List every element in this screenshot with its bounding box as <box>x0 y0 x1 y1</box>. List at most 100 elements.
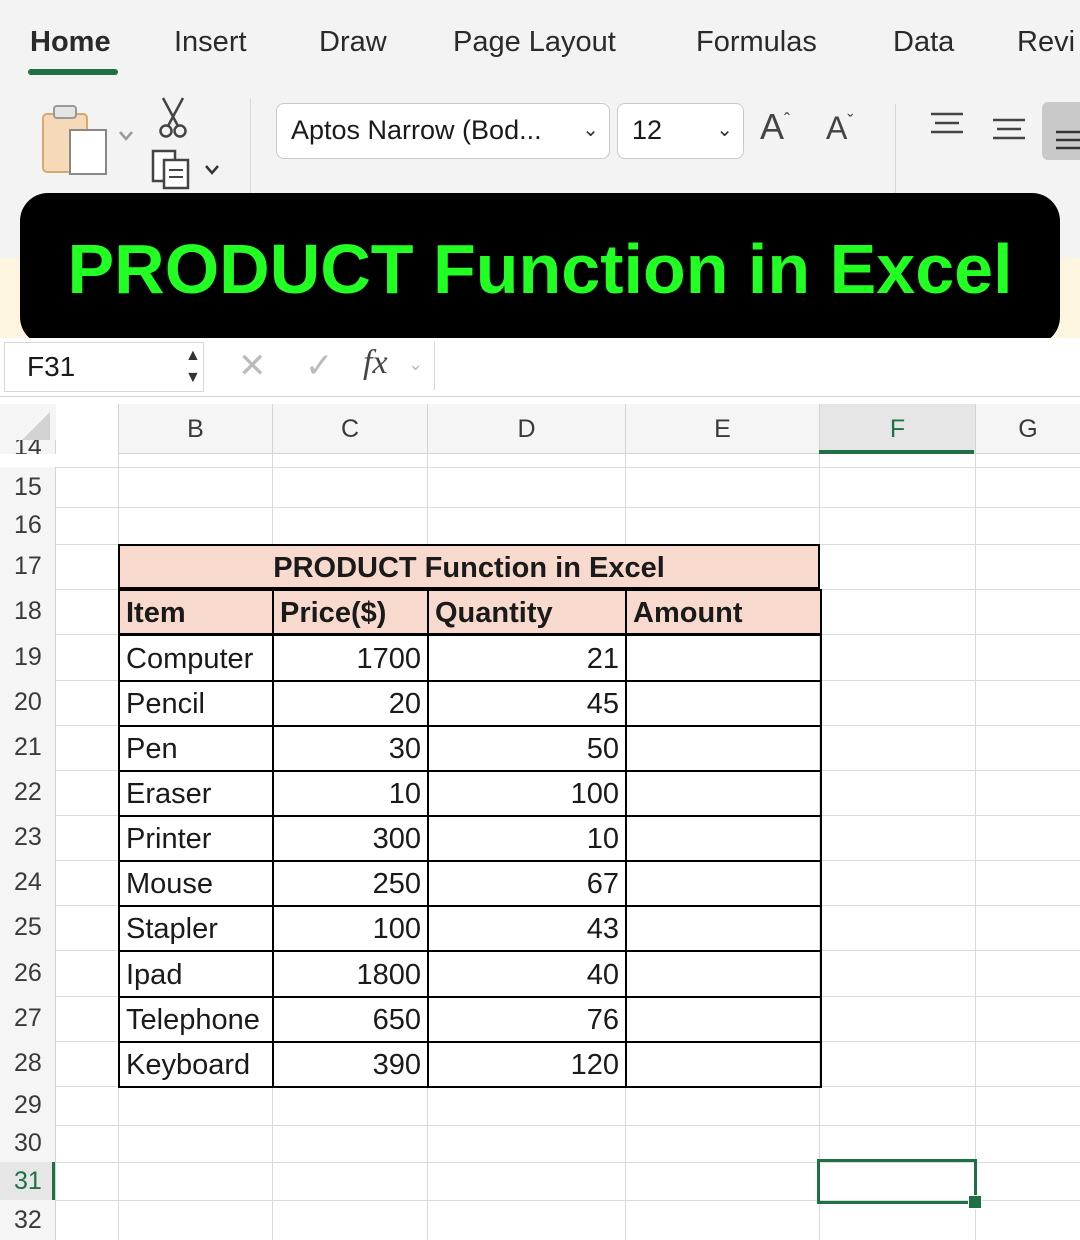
row-header-17[interactable]: 17 <box>0 544 56 589</box>
table-cell-quantity[interactable]: 10 <box>427 815 627 862</box>
row-header-18[interactable]: 18 <box>0 589 56 634</box>
table-cell-amount[interactable] <box>625 905 822 952</box>
table-cell-item[interactable]: Pencil <box>118 680 274 727</box>
enter-icon[interactable]: ✓ <box>305 346 334 386</box>
table-header-cell[interactable]: Price($) <box>272 589 429 635</box>
table-cell-amount[interactable] <box>625 770 822 817</box>
tab-formulas[interactable]: Formulas <box>696 26 817 59</box>
row-header-30[interactable]: 30 <box>0 1125 56 1162</box>
grow-font-icon[interactable]: Aˆ <box>760 106 790 148</box>
table-cell-quantity[interactable]: 120 <box>427 1041 627 1088</box>
table-cell-price[interactable]: 1700 <box>272 634 429 682</box>
table-cell-price[interactable]: 300 <box>272 815 429 862</box>
tab-insert[interactable]: Insert <box>174 26 247 59</box>
insert-function-icon[interactable]: fx <box>363 344 388 382</box>
table-cell-quantity[interactable]: 45 <box>427 680 627 727</box>
table-cell-amount[interactable] <box>625 996 822 1043</box>
column-header-D[interactable]: D <box>427 404 625 454</box>
align-top-icon[interactable] <box>930 112 964 136</box>
tab-review[interactable]: Revi <box>1017 26 1075 59</box>
table-cell-quantity[interactable]: 67 <box>427 860 627 907</box>
row-header-28[interactable]: 28 <box>0 1041 56 1086</box>
row-header-29[interactable]: 29 <box>0 1086 56 1125</box>
row-header-20[interactable]: 20 <box>0 680 56 725</box>
row-header-23[interactable]: 23 <box>0 815 56 860</box>
table-cell-amount[interactable] <box>625 950 822 998</box>
column-header-G[interactable]: G <box>975 404 1080 454</box>
row-header-16[interactable]: 16 <box>0 507 56 544</box>
table-cell-quantity[interactable]: 40 <box>427 950 627 998</box>
tab-home[interactable]: Home <box>30 26 111 59</box>
cut-icon[interactable] <box>156 96 190 140</box>
stepper-icon[interactable]: ▲ ▼ <box>185 345 201 389</box>
table-cell-item[interactable]: Ipad <box>118 950 274 998</box>
row-header-24[interactable]: 24 <box>0 860 56 905</box>
table-cell-item[interactable]: Computer <box>118 634 274 682</box>
table-cell-item[interactable]: Mouse <box>118 860 274 907</box>
table-cell-price[interactable]: 650 <box>272 996 429 1043</box>
table-cell-price[interactable]: 10 <box>272 770 429 817</box>
table-cell-quantity[interactable]: 76 <box>427 996 627 1043</box>
table-cell-price[interactable]: 100 <box>272 905 429 952</box>
table-cell-price[interactable]: 250 <box>272 860 429 907</box>
table-cell-price[interactable]: 390 <box>272 1041 429 1088</box>
row-header-25[interactable]: 25 <box>0 905 56 950</box>
column-header-B[interactable]: B <box>118 404 272 454</box>
active-tab-indicator <box>28 69 118 75</box>
table-cell-item[interactable]: Printer <box>118 815 274 862</box>
table-header-cell[interactable]: Quantity <box>427 589 627 635</box>
table-cell-price[interactable]: 1800 <box>272 950 429 998</box>
formula-input[interactable] <box>436 342 1080 390</box>
table-cell-quantity[interactable]: 50 <box>427 725 627 772</box>
table-cell-amount[interactable] <box>625 634 822 682</box>
table-cell-price[interactable]: 30 <box>272 725 429 772</box>
table-cell-quantity[interactable]: 43 <box>427 905 627 952</box>
align-bottom-icon[interactable] <box>1042 102 1080 160</box>
table-cell-amount[interactable] <box>625 815 822 862</box>
active-cell-F31[interactable] <box>817 1159 977 1204</box>
font-name-select[interactable]: Aptos Narrow (Bod... ⌄ <box>276 103 610 159</box>
row-header-26[interactable]: 26 <box>0 950 56 996</box>
table-cell-quantity[interactable]: 21 <box>427 634 627 682</box>
table-cell-item[interactable]: Keyboard <box>118 1041 274 1088</box>
table-cell-item[interactable]: Stapler <box>118 905 274 952</box>
table-cell-amount[interactable] <box>625 725 822 772</box>
row-header-22[interactable]: 22 <box>0 770 56 815</box>
tab-draw[interactable]: Draw <box>319 26 387 59</box>
table-cell-amount[interactable] <box>625 1041 822 1088</box>
fill-handle[interactable] <box>968 1195 982 1209</box>
tab-data[interactable]: Data <box>893 26 954 59</box>
row-header-15[interactable]: 15 <box>0 467 56 507</box>
shrink-font-icon[interactable]: Aˇ <box>826 110 853 147</box>
name-box[interactable]: F31 ▲ ▼ <box>4 342 204 392</box>
row-header-27[interactable]: 27 <box>0 996 56 1041</box>
table-header-cell[interactable]: Item <box>118 589 274 635</box>
table-cell-item[interactable]: Pen <box>118 725 274 772</box>
font-size-select[interactable]: 12 ⌄ <box>617 103 744 159</box>
row-header-21[interactable]: 21 <box>0 725 56 770</box>
column-header-E[interactable]: E <box>625 404 819 454</box>
table-cell-item[interactable]: Telephone <box>118 996 274 1043</box>
paste-icon[interactable] <box>40 100 136 180</box>
cancel-icon[interactable]: ✕ <box>238 346 267 386</box>
align-middle-icon[interactable] <box>992 118 1026 142</box>
column-header-F[interactable]: F <box>819 404 975 454</box>
table-cell-item[interactable]: Eraser <box>118 770 274 817</box>
row-header-32[interactable]: 32 <box>0 1200 56 1240</box>
font-name-value: Aptos Narrow (Bod... <box>291 115 542 145</box>
copy-icon[interactable] <box>150 148 226 190</box>
chevron-down-icon[interactable]: ⌄ <box>408 354 423 375</box>
tab-page-layout[interactable]: Page Layout <box>453 26 616 59</box>
table-title[interactable]: PRODUCT Function in Excel <box>118 544 820 589</box>
row-header-31[interactable]: 31 <box>0 1162 56 1200</box>
table-header-cell[interactable]: Amount <box>625 589 822 635</box>
chevron-down-icon: ⌄ <box>582 119 599 141</box>
gridline-vertical <box>975 454 976 1240</box>
column-header-C[interactable]: C <box>272 404 427 454</box>
row-header-19[interactable]: 19 <box>0 634 56 680</box>
table-cell-amount[interactable] <box>625 680 822 727</box>
table-cell-quantity[interactable]: 100 <box>427 770 627 817</box>
table-cell-price[interactable]: 20 <box>272 680 429 727</box>
table-cell-amount[interactable] <box>625 860 822 907</box>
row-header-14[interactable]: 14 <box>0 440 56 454</box>
